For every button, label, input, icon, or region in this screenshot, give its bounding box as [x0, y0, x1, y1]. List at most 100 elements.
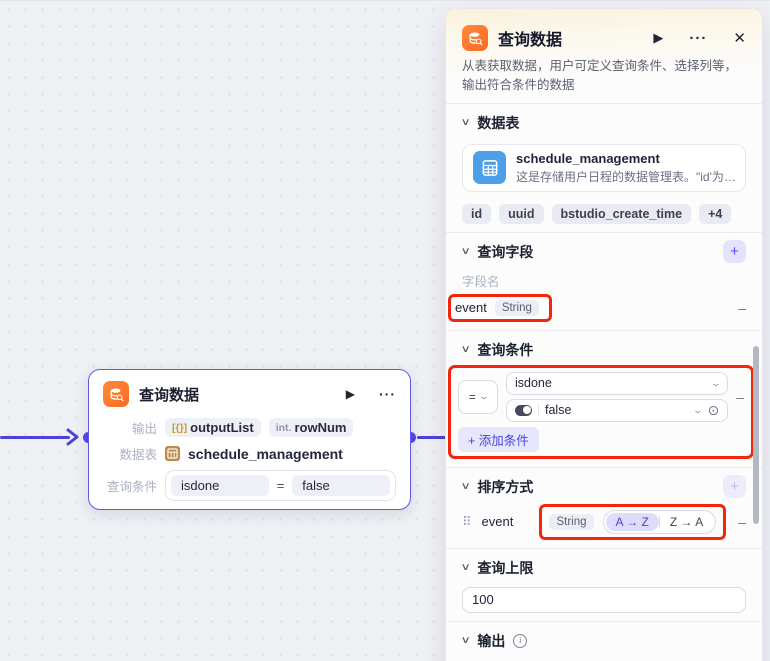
section-sort: ∨ 排序方式 + ⠿ event String A → Z Z → A –	[462, 468, 746, 540]
remove-field-button[interactable]: –	[738, 301, 746, 315]
boolean-toggle-icon	[515, 405, 532, 416]
section-sort-header[interactable]: ∨ 排序方式 +	[462, 476, 746, 498]
chevron-down-icon: ∨	[461, 344, 471, 355]
add-condition-button[interactable]: + 添加条件	[458, 427, 539, 452]
output-variable-tag: [{}] outputList	[165, 418, 261, 437]
node-header: 查询数据 ▶ ···	[103, 381, 396, 407]
output-variable-tag: int. rowNum	[269, 418, 354, 437]
section-fields: ∨ 查询字段 + 字段名 event String –	[462, 233, 746, 322]
section-title: 数据表	[477, 113, 519, 133]
section-table-header[interactable]: ∨ 数据表	[462, 112, 746, 134]
condition-field: isdone	[171, 475, 269, 496]
chevron-down-icon: ∨	[461, 635, 471, 646]
condition-field-select[interactable]: isdone ⌄	[506, 372, 728, 395]
section-title: 排序方式	[477, 477, 533, 497]
sort-desc-option[interactable]: Z → A	[660, 513, 713, 531]
table-card-description: 这是存储用户日程的数据管理表。"id'为自增唯一…	[516, 168, 738, 185]
output-variable-name: rowNum	[294, 420, 346, 435]
array-object-type-icon: [{}]	[172, 422, 187, 434]
panel-title: 查询数据	[498, 26, 643, 50]
section-output: ∨ 输出 i 变量名 变量类型	[462, 622, 746, 661]
node-table-row: 数据表 schedule_management	[103, 444, 396, 463]
field-name-column-label: 字段名	[462, 271, 746, 290]
remove-sort-button[interactable]: –	[738, 515, 746, 529]
panel-close-button[interactable]: ✕	[733, 29, 746, 47]
database-icon	[103, 381, 129, 407]
node-title: 查询数据	[139, 384, 336, 405]
sort-row: ⠿ event String A → Z Z → A –	[462, 504, 746, 540]
panel-header: 查询数据 ▶ ··· ✕	[462, 25, 746, 51]
table-label: 数据表	[103, 444, 157, 463]
add-field-button[interactable]: +	[723, 240, 746, 263]
edge-line	[0, 436, 70, 439]
table-card-title: schedule_management	[516, 151, 738, 166]
section-output-header[interactable]: ∨ 输出 i	[462, 630, 746, 652]
settings-icon[interactable]: ⊙	[707, 402, 719, 419]
integer-type-icon: int.	[276, 422, 292, 434]
column-tag[interactable]: uuid	[499, 204, 543, 224]
condition-value-select[interactable]: false ⌄ ⊙	[506, 399, 728, 422]
node-table-name: schedule_management	[188, 446, 343, 462]
field-type-badge: String	[495, 300, 539, 316]
section-limit-header[interactable]: ∨ 查询上限	[462, 557, 746, 579]
section-fields-header[interactable]: ∨ 查询字段 +	[462, 241, 746, 263]
sort-field-name: event	[482, 514, 514, 529]
node-condition-box: isdone = false	[165, 470, 396, 501]
condition-value: false	[545, 403, 571, 417]
condition-label: 查询条件	[103, 476, 157, 495]
panel-scrollbar[interactable]	[753, 346, 759, 524]
operator-select[interactable]: = ⌄	[458, 380, 498, 414]
chevron-down-icon: ⌄	[478, 391, 489, 402]
chevron-down-icon: ⌄	[692, 405, 703, 416]
section-title: 输出	[477, 631, 505, 651]
column-tag-more[interactable]: +4	[699, 204, 731, 224]
section-limit: ∨ 查询上限 100	[462, 549, 746, 613]
operator-value: =	[469, 390, 476, 404]
remove-condition-button[interactable]: –	[736, 390, 744, 404]
chevron-down-icon: ∨	[461, 246, 471, 257]
database-icon	[462, 25, 488, 51]
table-card[interactable]: schedule_management 这是存储用户日程的数据管理表。"id'为…	[462, 144, 746, 192]
column-tag[interactable]: id	[462, 204, 491, 224]
limit-input[interactable]: 100	[462, 587, 746, 613]
node-condition-row: 查询条件 isdone = false	[103, 470, 396, 501]
output-label: 输出	[103, 418, 157, 437]
table-icon	[473, 151, 506, 184]
run-node-button[interactable]: ▶	[346, 387, 355, 401]
add-sort-button[interactable]: +	[723, 475, 746, 498]
annotation-highlight: String A → Z Z → A	[539, 504, 726, 540]
section-title: 查询条件	[477, 340, 533, 360]
condition-value: false	[292, 475, 390, 496]
edge-arrow-icon	[66, 428, 80, 451]
chevron-down-icon: ∨	[461, 562, 471, 573]
panel-run-button[interactable]: ▶	[653, 30, 663, 46]
condition-field-value: isdone	[515, 376, 552, 390]
output-variable-name: outputList	[190, 420, 254, 435]
node-more-button[interactable]: ···	[379, 386, 396, 402]
node-config-panel: 查询数据 ▶ ··· ✕ 从表获取数据，用户可定义查询条件、选择列等，输出符合条…	[446, 9, 762, 661]
query-data-node[interactable]: 查询数据 ▶ ··· 输出 [{}] outputList int. rowNu…	[88, 369, 411, 510]
field-row: event String –	[462, 294, 746, 322]
field-name: event	[455, 300, 487, 315]
chevron-down-icon: ⌄	[710, 378, 721, 389]
drag-handle-icon[interactable]: ⠿	[462, 514, 472, 530]
column-tag[interactable]: bstudio_create_time	[552, 204, 692, 224]
section-table: ∨ 数据表 schedule_management 这是存储用户日程的数据管理表…	[462, 104, 746, 224]
annotation-highlight: event String	[448, 294, 552, 322]
chevron-down-icon: ∨	[461, 481, 471, 492]
info-icon: i	[513, 634, 527, 648]
table-icon	[165, 446, 180, 461]
condition-operator: =	[277, 478, 285, 493]
divider	[538, 403, 539, 417]
panel-description: 从表获取数据，用户可定义查询条件、选择列等，输出符合条件的数据	[462, 57, 746, 95]
edge-stub-line	[417, 436, 446, 439]
section-title: 查询字段	[477, 242, 533, 262]
sort-direction-segmented-control: A → Z Z → A	[603, 510, 717, 534]
panel-more-button[interactable]: ···	[689, 30, 707, 47]
chevron-down-icon: ∨	[461, 117, 471, 128]
annotation-highlight: = ⌄ isdone ⌄ false ⌄ ⊙	[448, 365, 754, 459]
workflow-canvas[interactable]: 查询数据 ▶ ··· 输出 [{}] outputList int. rowNu…	[0, 0, 770, 661]
sort-asc-option[interactable]: A → Z	[606, 513, 659, 531]
section-title: 查询上限	[477, 558, 533, 578]
section-conditions-header[interactable]: ∨ 查询条件	[462, 339, 746, 361]
